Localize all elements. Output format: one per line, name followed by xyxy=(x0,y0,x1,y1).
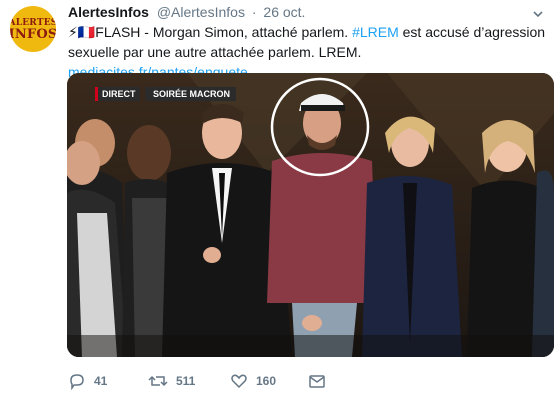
retweet-count: 511 xyxy=(176,374,196,388)
show-badge: SOIRÉE MACRON xyxy=(145,87,237,101)
like-icon xyxy=(231,374,247,389)
user-handle[interactable]: @AlertesInfos xyxy=(157,4,245,20)
display-name[interactable]: AlertesInfos xyxy=(68,4,149,20)
reply-button[interactable]: 41 xyxy=(68,370,107,392)
caret-down-icon[interactable] xyxy=(532,8,544,20)
message-icon xyxy=(309,375,325,388)
like-count: 160 xyxy=(256,374,277,388)
avatar-logo-line2: INFOS xyxy=(10,26,56,42)
live-badge: DIRECT xyxy=(95,87,140,101)
message-button[interactable] xyxy=(308,370,334,392)
tweet-text-part1: FLASH - Morgan Simon, attaché parlem. xyxy=(95,24,353,40)
tweet[interactable]: ALERTES INFOS AlertesInfos @AlertesInfos… xyxy=(0,0,556,402)
separator-dot: · xyxy=(251,4,257,20)
avatar[interactable]: ALERTES INFOS xyxy=(10,6,56,52)
avatar-logo-line1: ALERTES xyxy=(10,17,56,28)
flag-emoji: 🇫🇷 xyxy=(77,24,96,40)
retweet-button[interactable]: 511 xyxy=(148,370,195,392)
like-button[interactable]: 160 xyxy=(230,370,276,392)
photo-scene xyxy=(67,73,554,357)
reply-icon xyxy=(70,374,84,390)
reply-count: 41 xyxy=(94,374,108,388)
tweet-header: AlertesInfos @AlertesInfos · 26 oct. xyxy=(68,4,305,22)
hashtag-link[interactable]: #LREM xyxy=(352,24,399,40)
avatar-logo: ALERTES INFOS xyxy=(10,18,56,41)
retweet-icon xyxy=(148,375,168,387)
bolt-emoji: ⚡ xyxy=(68,24,78,40)
tweet-photo[interactable]: DIRECT SOIRÉE MACRON xyxy=(67,73,554,357)
timestamp[interactable]: 26 oct. xyxy=(263,4,305,20)
